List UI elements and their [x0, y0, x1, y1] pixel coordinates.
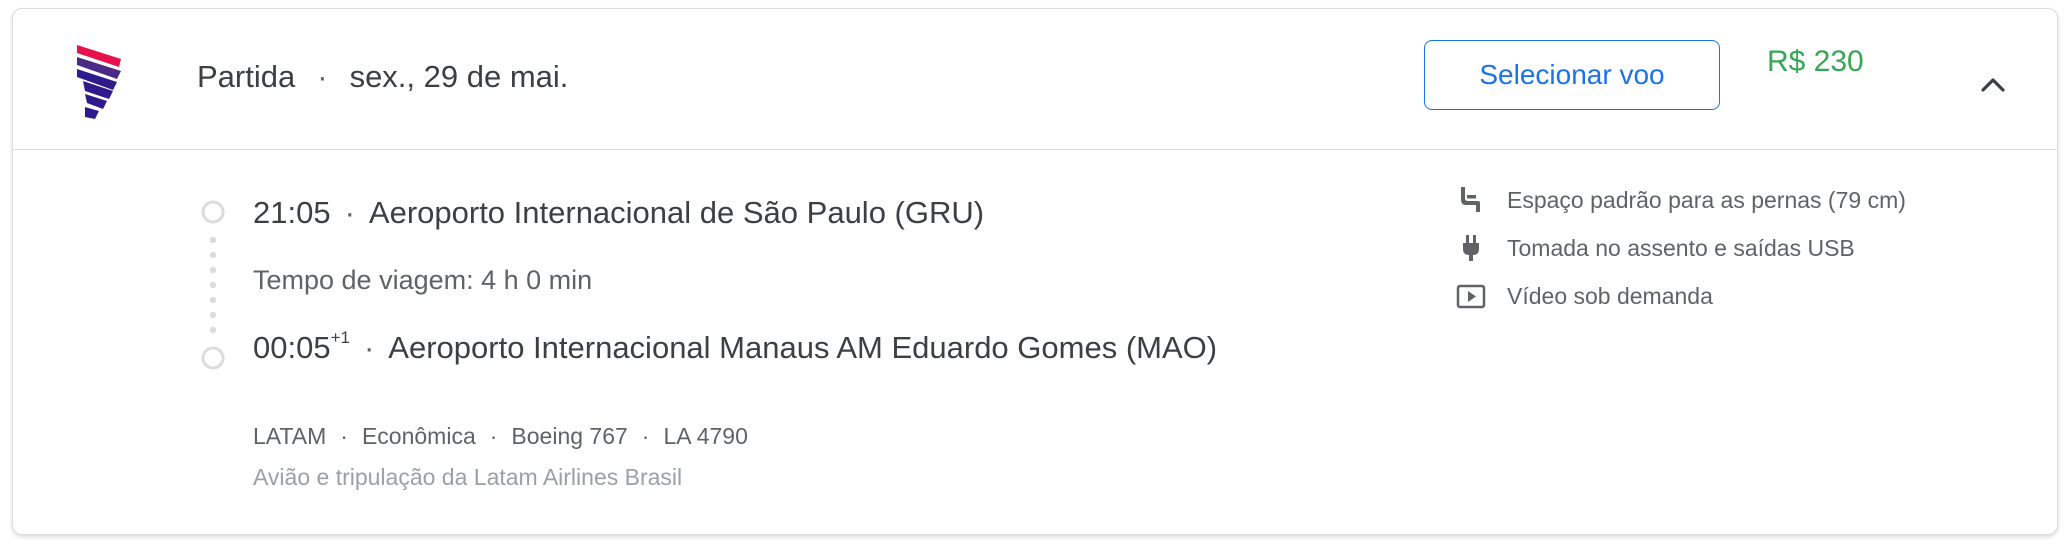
- legroom-seat-icon: [1461, 187, 1480, 212]
- amenity-label: Vídeo sob demanda: [1507, 282, 1713, 309]
- select-flight-button[interactable]: Selecionar voo: [1424, 40, 1720, 110]
- separator: ·: [340, 423, 348, 449]
- itinerary-timeline: [201, 200, 225, 370]
- travel-time: Tempo de viagem: 4 h 0 min: [253, 265, 593, 295]
- day-offset: +1: [330, 328, 350, 347]
- chevron-up-icon[interactable]: [1973, 65, 2013, 105]
- cabin-class: Econômica: [361, 423, 476, 449]
- flight-date: sex., 29 de mai.: [349, 59, 569, 94]
- flight-details: LATAM · Econômica · Boeing 767 · LA 4790: [253, 423, 748, 450]
- video-play-icon: [1456, 284, 1486, 309]
- amenity-label: Espaço padrão para as pernas (79 cm): [1507, 186, 1906, 213]
- power-plug-icon: [1463, 235, 1479, 261]
- amenity-video: Vídeo sob demanda: [1455, 280, 1713, 312]
- separator: ·: [489, 423, 498, 449]
- arrival-time: 00:05: [253, 330, 331, 365]
- latam-logo: [77, 45, 121, 119]
- aircraft-model: Boeing 767: [511, 423, 628, 449]
- separator: ·: [641, 423, 650, 449]
- flight-card: Partida · sex., 29 de mai. Selecionar voo …: [12, 8, 2058, 535]
- departure-airport: Aeroporto Internacional de São Paulo (GR…: [368, 195, 985, 230]
- arrival-row: 00:05+1 · Aeroporto Internacional Manaus A…: [253, 328, 1218, 366]
- separator: ·: [344, 195, 355, 230]
- airline-name: LATAM: [253, 423, 327, 449]
- departure-summary: Partida · sex., 29 de mai.: [197, 59, 568, 95]
- amenity-power: Tomada no assento e saídas USB: [1455, 232, 1855, 264]
- departure-row: 21:05 · Aeroporto Internacional de São Pau…: [253, 195, 984, 231]
- amenity-legroom: Espaço padrão para as pernas (79 cm): [1455, 184, 1906, 216]
- amenity-label: Tomada no assento e saídas USB: [1507, 234, 1855, 261]
- flight-card-header[interactable]: Partida · sex., 29 de mai. Selecionar voo …: [13, 9, 2057, 150]
- departure-time: 21:05: [253, 195, 331, 230]
- operator-note: Avião e tripulação da Latam Airlines Bra…: [253, 464, 683, 490]
- flight-number: LA 4790: [663, 423, 748, 449]
- separator: ·: [363, 330, 375, 365]
- arrival-airport: Aeroporto Internacional Manaus AM Eduard…: [388, 330, 1218, 365]
- direction-label: Partida: [197, 59, 296, 94]
- flight-price: R$ 230: [1767, 45, 1864, 78]
- separator: ·: [317, 59, 328, 94]
